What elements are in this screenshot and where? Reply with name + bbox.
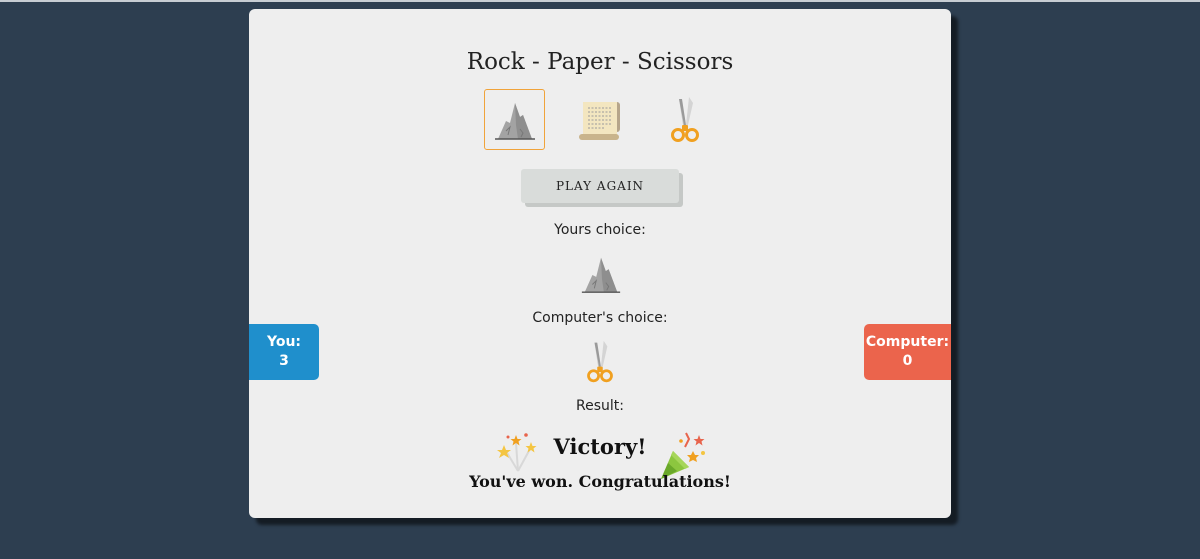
choice-paper-button[interactable]	[569, 89, 630, 150]
result-message: You've won. Congratulations!	[469, 472, 731, 491]
paper-scroll-icon	[578, 101, 620, 140]
choice-rock-button[interactable]	[484, 89, 545, 150]
scissors-icon	[670, 96, 699, 142]
computer-choice-display	[581, 339, 619, 389]
game-card: Rock - Paper - Scissors PLAY AGAIN Yours…	[249, 9, 951, 518]
play-again-container: PLAY AGAIN	[521, 169, 683, 207]
choice-selector	[484, 89, 716, 152]
player-score-value: 3	[279, 353, 289, 369]
computer-score-label: Computer:	[865, 334, 950, 350]
scissors-icon	[587, 340, 613, 383]
result-label: Result:	[576, 398, 624, 414]
play-again-button[interactable]: PLAY AGAIN	[521, 169, 679, 203]
rock-icon	[494, 102, 535, 140]
yours-choice-display	[579, 252, 623, 300]
game-title: Rock - Paper - Scissors	[466, 49, 734, 75]
computer-score-badge: Computer: 0	[864, 324, 951, 380]
computer-choice-label: Computer's choice:	[532, 310, 668, 326]
top-edge-line	[0, 0, 1200, 2]
player-score-label: You:	[266, 334, 302, 350]
result-title: Victory!	[553, 434, 647, 459]
yours-choice-label: Yours choice:	[554, 222, 646, 238]
rock-icon	[581, 257, 621, 293]
computer-score-value: 0	[902, 353, 913, 369]
player-score-badge: You: 3	[249, 324, 319, 380]
choice-scissors-button[interactable]	[654, 89, 715, 150]
